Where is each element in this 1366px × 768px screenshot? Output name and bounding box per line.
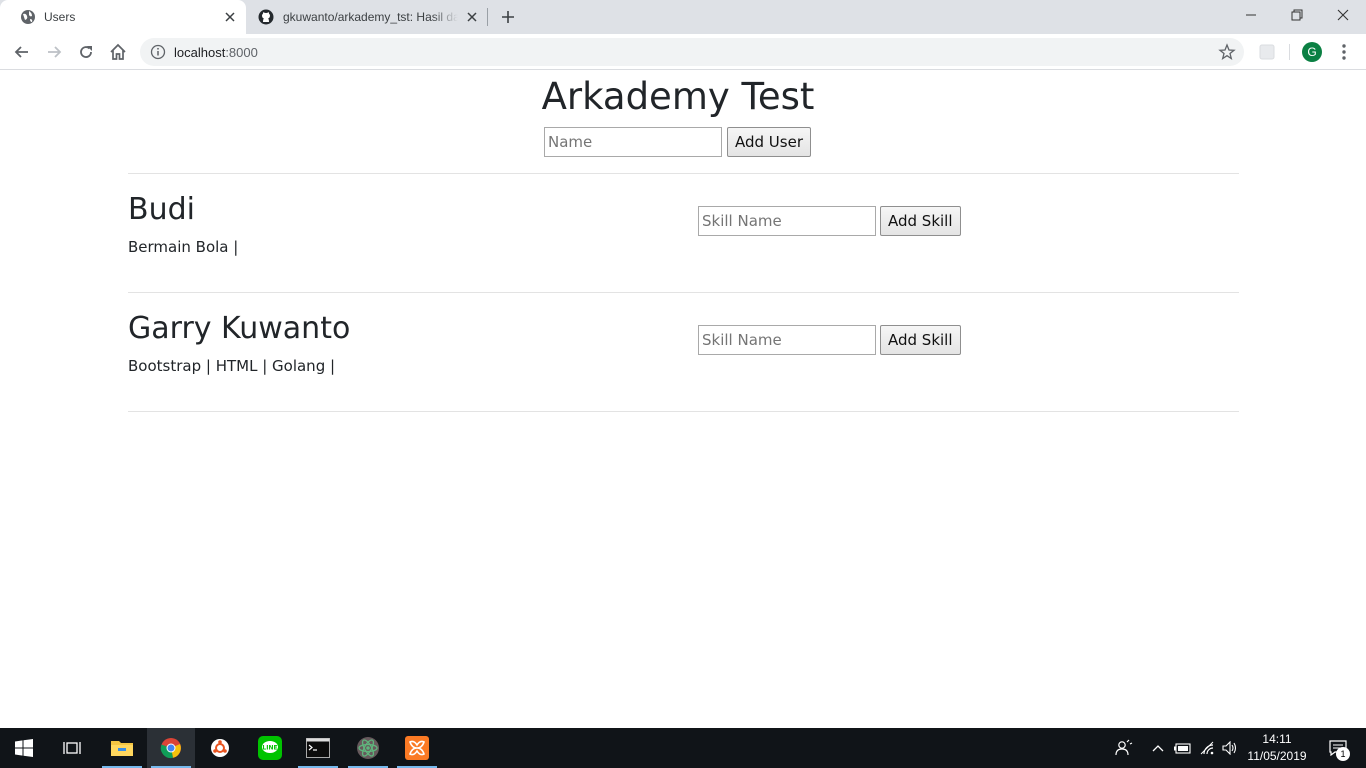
taskbar-file-explorer[interactable] xyxy=(98,728,146,768)
tab-separator xyxy=(487,8,488,26)
skill-name-placeholder: Skill Name xyxy=(702,331,782,349)
profile-avatar[interactable]: G xyxy=(1302,42,1322,62)
people-icon xyxy=(1115,739,1133,756)
add-skill-form: Skill Name Add Skill xyxy=(698,325,961,355)
divider xyxy=(128,292,1239,293)
bookmark-star-icon[interactable] xyxy=(1218,43,1236,61)
address-bar[interactable]: localhost:8000 xyxy=(140,38,1244,66)
add-user-button[interactable]: Add User xyxy=(727,127,811,157)
svg-text:LINE: LINE xyxy=(262,745,277,752)
add-skill-form: Skill Name Add Skill xyxy=(698,206,961,236)
name-input-placeholder: Name xyxy=(548,133,593,151)
tray-show-hidden[interactable] xyxy=(1148,728,1168,768)
skill-name-input[interactable]: Skill Name xyxy=(698,206,876,236)
taskbar: LINE 14:11 11/05/2019 1 xyxy=(0,728,1366,768)
minimize-icon xyxy=(1246,14,1256,16)
start-button[interactable] xyxy=(0,728,48,768)
action-center-button[interactable]: 1 xyxy=(1318,728,1358,768)
tab-users[interactable]: Users xyxy=(0,0,246,34)
system-clock[interactable]: 14:11 11/05/2019 xyxy=(1244,731,1310,765)
url-host: localhost xyxy=(174,45,226,60)
tab-github[interactable]: gkuwanto/arkademy_tst: Hasil dari xyxy=(246,0,488,34)
taskbar-line[interactable]: LINE xyxy=(246,728,294,768)
toolbar-separator xyxy=(1289,44,1290,60)
taskbar-xampp[interactable] xyxy=(393,728,441,768)
task-view-icon xyxy=(63,742,81,754)
extension-icon[interactable] xyxy=(1258,43,1276,61)
browser-toolbar: localhost:8000 G xyxy=(0,34,1366,70)
forward-arrow-icon[interactable] xyxy=(44,42,64,62)
windows-icon xyxy=(15,739,33,757)
new-tab-icon[interactable] xyxy=(500,9,516,25)
tab-title: Users xyxy=(44,10,76,24)
url-port: :8000 xyxy=(225,45,258,60)
taskbar-ubuntu[interactable] xyxy=(196,728,244,768)
tray-battery[interactable] xyxy=(1172,728,1192,768)
task-view-button[interactable] xyxy=(48,728,96,768)
minimize-button[interactable] xyxy=(1228,0,1274,30)
divider xyxy=(128,173,1239,174)
wifi-icon xyxy=(1200,741,1214,755)
battery-icon xyxy=(1174,743,1191,754)
info-icon[interactable] xyxy=(150,44,166,60)
divider xyxy=(128,411,1239,412)
tray-wifi[interactable] xyxy=(1198,728,1218,768)
close-icon xyxy=(1337,9,1349,21)
taskbar-chrome[interactable] xyxy=(147,728,195,768)
tab-strip: Users gkuwanto/arkademy_tst: Hasil dari xyxy=(0,0,1366,34)
globe-icon xyxy=(21,10,35,24)
volume-icon xyxy=(1222,741,1237,755)
user-name: Budi xyxy=(128,192,195,227)
name-input[interactable]: Name xyxy=(544,127,722,157)
line-icon: LINE xyxy=(258,736,282,760)
page-title: Arkademy Test xyxy=(541,75,815,118)
chrome-icon xyxy=(160,738,181,759)
home-icon[interactable] xyxy=(108,42,128,62)
github-icon xyxy=(258,9,274,25)
url-text: localhost:8000 xyxy=(174,45,258,60)
close-tab-icon[interactable] xyxy=(222,9,238,25)
tab-title: gkuwanto/arkademy_tst: Hasil dari xyxy=(283,10,458,24)
add-skill-button[interactable]: Add Skill xyxy=(880,325,961,355)
user-skills: Bermain Bola | xyxy=(128,238,239,256)
user-name: Garry Kuwanto xyxy=(128,311,351,346)
terminal-icon xyxy=(306,738,330,758)
close-window-button[interactable] xyxy=(1320,0,1366,30)
taskbar-atom[interactable] xyxy=(344,728,392,768)
more-menu-icon[interactable] xyxy=(1336,42,1352,62)
add-user-form: Name Add User xyxy=(544,127,811,157)
taskbar-terminal[interactable] xyxy=(294,728,342,768)
tray-volume[interactable] xyxy=(1220,728,1240,768)
restore-button[interactable] xyxy=(1274,0,1320,30)
notification-count-badge: 1 xyxy=(1336,747,1350,761)
xampp-icon xyxy=(405,736,429,760)
chevron-up-icon xyxy=(1152,745,1164,752)
ubuntu-icon xyxy=(211,739,229,757)
clock-date: 11/05/2019 xyxy=(1247,749,1307,763)
reload-icon[interactable] xyxy=(76,42,96,62)
folder-icon xyxy=(111,741,133,756)
page-content: Arkademy Test Name Add User Budi Bermain… xyxy=(0,71,1366,728)
back-arrow-icon[interactable] xyxy=(12,42,32,62)
add-skill-button[interactable]: Add Skill xyxy=(880,206,961,236)
user-skills: Bootstrap | HTML | Golang | xyxy=(128,357,336,375)
clock-time: 14:11 xyxy=(1262,732,1292,746)
tray-people[interactable] xyxy=(1110,728,1138,768)
atom-icon xyxy=(357,737,379,759)
skill-name-placeholder: Skill Name xyxy=(702,212,782,230)
close-tab-icon[interactable] xyxy=(464,9,480,25)
skill-name-input[interactable]: Skill Name xyxy=(698,325,876,355)
restore-icon xyxy=(1291,9,1303,21)
